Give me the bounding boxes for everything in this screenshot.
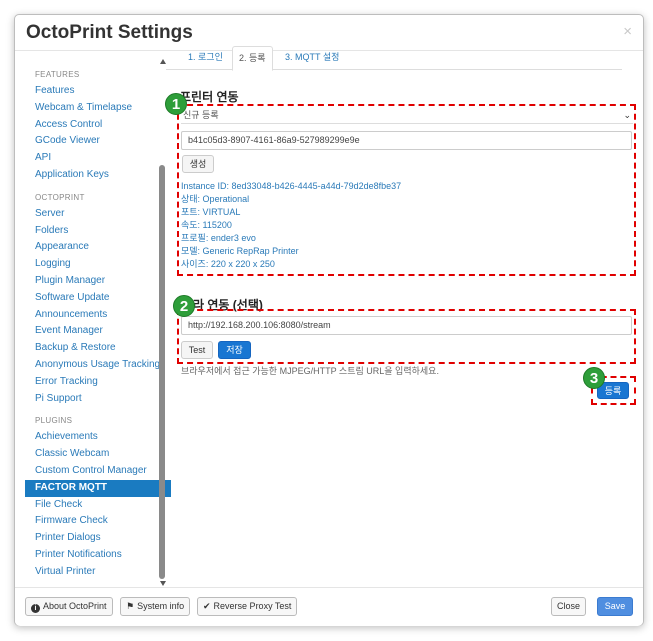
printer-info-line: 상태: Operational: [181, 194, 250, 204]
tab-register[interactable]: 2. 등록: [232, 46, 273, 71]
sidebar-item-access-control[interactable]: Access Control: [25, 117, 171, 134]
sidebar-item-backup-restore[interactable]: Backup & Restore: [25, 340, 171, 357]
sidebar-item-printer-dialogs[interactable]: Printer Dialogs: [25, 530, 171, 547]
sidebar-item-firmware-check[interactable]: Firmware Check: [25, 513, 171, 530]
sidebar-item-appearance[interactable]: Appearance: [25, 239, 171, 256]
generate-button[interactable]: 생성: [182, 155, 214, 173]
sidebar-item-software-update[interactable]: Software Update: [25, 290, 171, 307]
modal-title: OctoPrint Settings: [26, 22, 193, 43]
test-button[interactable]: Test: [181, 341, 213, 359]
sidebar-item-error-tracking[interactable]: Error Tracking: [25, 374, 171, 391]
step-badge-1: 1: [165, 93, 187, 115]
chevron-down-icon: ⌄: [623, 110, 631, 120]
sidebar-item-event-manager[interactable]: Event Manager: [25, 323, 171, 340]
sidebar-item-factor-mqtt[interactable]: FACTOR MQTT: [25, 479, 171, 497]
system-info-button[interactable]: ⚑ System info: [120, 597, 191, 616]
sidebar-item-folders[interactable]: Folders: [25, 223, 171, 240]
info-icon: i: [31, 604, 40, 613]
tab-bar: 1. 로그인 2. 등록 3. MQTT 설정: [166, 46, 622, 71]
sidebar-item-custom-control-manager[interactable]: Custom Control Manager: [25, 463, 171, 480]
sidebar-item-announcements[interactable]: Announcements: [25, 307, 171, 324]
printer-info-line: 속도: 115200: [181, 220, 232, 230]
sidebar-item-file-check[interactable]: File Check: [25, 497, 171, 514]
settings-content: 1. 로그인 2. 등록 3. MQTT 설정: [166, 46, 622, 71]
instance-id-input[interactable]: b41c05d3-8907-4161-86a9-527989299e9e: [181, 131, 632, 150]
sidebar-item-plugin-manager[interactable]: Plugin Manager: [25, 273, 171, 290]
sidebar-section-heading: PLUGINS: [35, 416, 73, 426]
about-label: About OctoPrint: [43, 601, 107, 611]
settings-sidebar: FEATURES Features Webcam & Timelapse Access…: [25, 63, 171, 585]
sidebar-section-heading: OCTOPRINT: [35, 192, 85, 202]
printer-info-line: 프로필: ender3 evo: [181, 233, 256, 243]
save-camera-button[interactable]: 저장: [218, 341, 251, 359]
sidebar-section-heading: FEATURES: [35, 70, 80, 79]
sidebar-item-pi-support[interactable]: Pi Support: [25, 391, 171, 408]
sidebar-item-features[interactable]: Features: [25, 83, 171, 100]
system-info-label: System info: [137, 601, 185, 611]
tab-mqtt-settings[interactable]: 3. MQTT 설정: [279, 46, 345, 71]
registration-select[interactable]: 신규 등록 ⌄: [181, 106, 633, 124]
sidebar-item-achievements[interactable]: Achievements: [25, 429, 171, 446]
printer-info-line: 포트: VIRTUAL: [181, 207, 241, 217]
sidebar-item-server[interactable]: Server: [25, 206, 171, 223]
modal-footer: i About OctoPrint ⚑ System info ✔ Reverse P…: [15, 587, 643, 626]
sidebar-scrollbar[interactable]: [158, 59, 168, 586]
tab-login[interactable]: 1. 로그인: [182, 46, 229, 71]
sidebar-item-application-keys[interactable]: Application Keys: [25, 167, 171, 184]
printer-info-line: 모델: Generic RepRap Printer: [181, 246, 299, 256]
save-button[interactable]: Save: [597, 597, 633, 616]
sidebar-item-printer-notifications[interactable]: Printer Notifications: [25, 547, 171, 564]
sidebar-item-webcam-timelapse[interactable]: Webcam & Timelapse: [25, 100, 171, 117]
sidebar-item-logging[interactable]: Logging: [25, 256, 171, 273]
step-badge-2: 2: [173, 295, 195, 317]
stream-help-text: 브라우저에서 접근 가능한 MJPEG/HTTP 스트림 URL을 입력하세요.: [181, 366, 439, 376]
sidebar-item-gcode-viewer[interactable]: GCode Viewer: [25, 133, 171, 150]
printer-section-title: 프린터 연동: [180, 90, 239, 104]
sidebar-item-classic-webcam[interactable]: Classic Webcam: [25, 446, 171, 463]
sidebar-item-virtual-printer[interactable]: Virtual Printer: [25, 564, 171, 581]
sidebar-item-anonymous-usage-tracking[interactable]: Anonymous Usage Tracking: [25, 357, 171, 374]
close-icon[interactable]: ×: [623, 23, 632, 40]
printer-info-line: Instance ID: 8ed33048-b426-4445-a44d-79d…: [181, 181, 402, 191]
about-octoprint-button[interactable]: i About OctoPrint: [25, 597, 113, 616]
reverse-proxy-label: Reverse Proxy Test: [213, 601, 292, 611]
step-badge-3: 3: [583, 367, 605, 389]
sidebar-item-api[interactable]: API: [25, 150, 171, 167]
close-button[interactable]: Close: [551, 597, 587, 616]
printer-info-line: 사이즈: 220 x 220 x 250: [181, 259, 275, 269]
scroll-down-arrow-icon[interactable]: [160, 581, 166, 586]
reverse-proxy-test-button[interactable]: ✔ Reverse Proxy Test: [197, 597, 298, 616]
flag-icon: ⚑: [126, 601, 135, 611]
stream-url-input[interactable]: http://192.168.200.106:8080/stream: [181, 316, 632, 335]
scrollbar-thumb[interactable]: [159, 165, 165, 579]
select-value: 신규 등록: [183, 110, 219, 120]
checks-icon: ✔: [203, 601, 211, 611]
